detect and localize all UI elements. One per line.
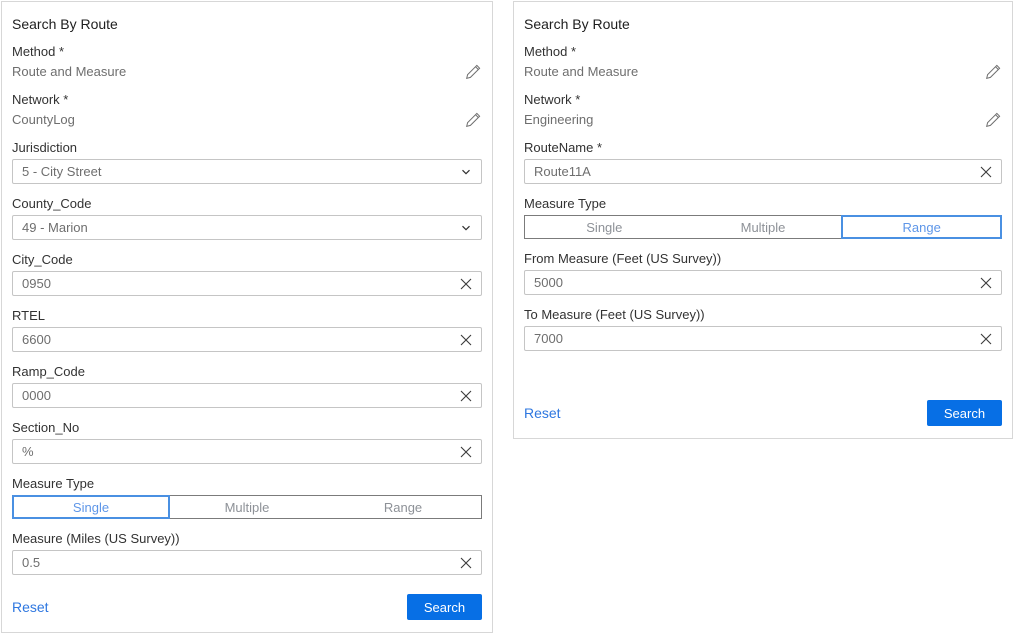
field-label-method: Method * [524,44,1002,59]
search-by-route-panel-right: Search By Route Method * Route and Measu… [513,1,1013,439]
field-method: Method * Route and Measure [12,44,482,80]
measure-input-wrap [12,550,482,575]
reset-link[interactable]: Reset [12,599,49,615]
chevron-down-icon [460,222,472,234]
tab-single[interactable]: Single [13,496,169,518]
clear-x-icon[interactable] [980,333,992,345]
clear-x-icon[interactable] [460,446,472,458]
rtel-input-wrap [12,327,482,352]
clear-x-icon[interactable] [460,557,472,569]
section-no-input[interactable] [22,444,460,459]
tab-range[interactable]: Range [842,216,1001,238]
panel-footer: Reset Search [524,400,1002,426]
field-network: Network * Engineering [524,92,1002,128]
panel-title: Search By Route [12,16,482,32]
search-button[interactable]: Search [407,594,482,620]
field-label-route-name: RouteName * [524,140,1002,155]
field-to-measure: To Measure (Feet (US Survey)) [524,307,1002,351]
field-value-method: Route and Measure [12,64,126,79]
chevron-down-icon [460,166,472,178]
clear-x-icon[interactable] [460,278,472,290]
field-label-measure-type: Measure Type [12,476,482,491]
readonly-row-method: Route and Measure [12,63,482,80]
pencil-icon[interactable] [985,111,1002,128]
field-label-measure: Measure (Miles (US Survey)) [12,531,482,546]
field-value-network: CountyLog [12,112,75,127]
field-label-network: Network * [524,92,1002,107]
county-code-select-value: 49 - Marion [22,220,88,235]
search-button[interactable]: Search [927,400,1002,426]
field-label-from-measure: From Measure (Feet (US Survey)) [524,251,1002,266]
field-label-city-code: City_Code [12,252,482,267]
measure-type-tabbar: Single Multiple Range [524,215,1002,239]
tab-single[interactable]: Single [525,216,684,238]
clear-x-icon[interactable] [460,390,472,402]
pencil-icon[interactable] [985,63,1002,80]
from-measure-input[interactable] [534,275,980,290]
route-name-input-wrap [524,159,1002,184]
tab-multiple[interactable]: Multiple [169,496,325,518]
jurisdiction-select-value: 5 - City Street [22,164,101,179]
panel-title: Search By Route [524,16,1002,32]
county-code-select[interactable]: 49 - Marion [12,215,482,240]
to-measure-input[interactable] [534,331,980,346]
readonly-row-network: Engineering [524,111,1002,128]
pencil-icon[interactable] [465,63,482,80]
section-no-input-wrap [12,439,482,464]
to-measure-input-wrap [524,326,1002,351]
field-value-method: Route and Measure [524,64,638,79]
measure-input[interactable] [22,555,460,570]
route-name-input[interactable] [534,164,980,179]
panel-footer: Reset Search [12,594,482,620]
ramp-code-input[interactable] [22,388,460,403]
readonly-row-method: Route and Measure [524,63,1002,80]
city-code-input-wrap [12,271,482,296]
field-route-name: RouteName * [524,140,1002,184]
field-measure-type: Measure Type Single Multiple Range [12,476,482,519]
from-measure-input-wrap [524,270,1002,295]
search-by-route-panel-left: Search By Route Method * Route and Measu… [1,1,493,633]
readonly-row-network: CountyLog [12,111,482,128]
pencil-icon[interactable] [465,111,482,128]
field-rtel: RTEL [12,308,482,352]
field-label-jurisdiction: Jurisdiction [12,140,482,155]
field-network: Network * CountyLog [12,92,482,128]
field-label-measure-type: Measure Type [524,196,1002,211]
tab-multiple[interactable]: Multiple [684,216,843,238]
field-label-network: Network * [12,92,482,107]
field-label-county-code: County_Code [12,196,482,211]
field-label-rtel: RTEL [12,308,482,323]
measure-type-tabbar: Single Multiple Range [12,495,482,519]
field-value-network: Engineering [524,112,593,127]
reset-link[interactable]: Reset [524,405,561,421]
field-method: Method * Route and Measure [524,44,1002,80]
jurisdiction-select[interactable]: 5 - City Street [12,159,482,184]
ramp-code-input-wrap [12,383,482,408]
clear-x-icon[interactable] [980,166,992,178]
field-section-no: Section_No [12,420,482,464]
field-label-to-measure: To Measure (Feet (US Survey)) [524,307,1002,322]
field-measure: Measure (Miles (US Survey)) [12,531,482,575]
rtel-input[interactable] [22,332,460,347]
tab-range[interactable]: Range [325,496,481,518]
field-label-ramp-code: Ramp_Code [12,364,482,379]
clear-x-icon[interactable] [980,277,992,289]
city-code-input[interactable] [22,276,460,291]
field-measure-type: Measure Type Single Multiple Range [524,196,1002,239]
field-from-measure: From Measure (Feet (US Survey)) [524,251,1002,295]
field-label-method: Method * [12,44,482,59]
field-ramp-code: Ramp_Code [12,364,482,408]
field-county-code: County_Code 49 - Marion [12,196,482,240]
field-jurisdiction: Jurisdiction 5 - City Street [12,140,482,184]
field-label-section-no: Section_No [12,420,482,435]
field-city-code: City_Code [12,252,482,296]
clear-x-icon[interactable] [460,334,472,346]
